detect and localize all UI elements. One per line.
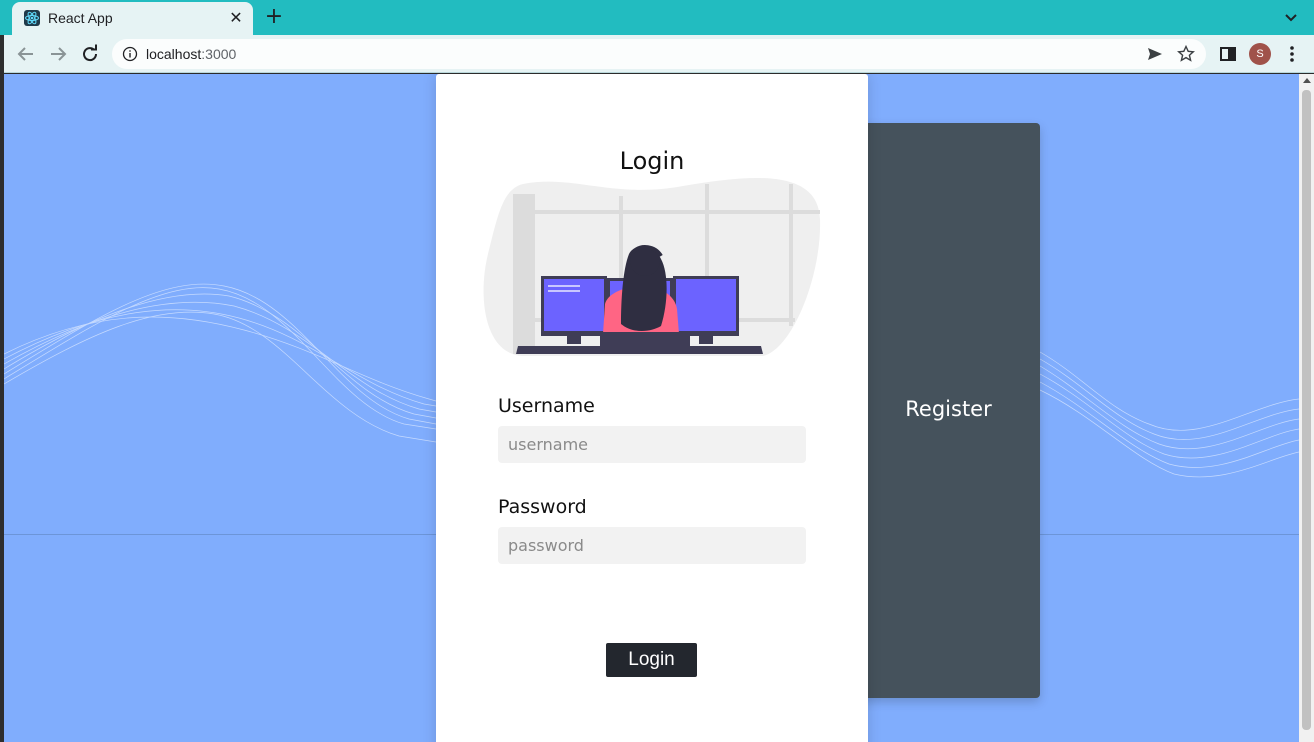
info-icon[interactable] <box>122 46 138 62</box>
page-viewport: Register Login Username username Passwor… <box>4 74 1299 742</box>
tab-title: React App <box>48 10 113 26</box>
browser-toolbar: localhost:3000 S <box>0 35 1314 73</box>
login-button[interactable]: Login <box>606 643 697 677</box>
react-logo-icon <box>24 10 40 26</box>
new-tab-button[interactable]: + <box>262 6 286 30</box>
browser-tab[interactable]: React App ✕ <box>12 2 253 35</box>
page-scrollbar[interactable] <box>1299 74 1314 742</box>
side-panel-icon[interactable] <box>1218 44 1238 64</box>
register-text[interactable]: Register <box>872 397 1025 421</box>
username-label: Username <box>498 395 595 417</box>
username-input[interactable] <box>498 426 806 463</box>
tab-bar: React App ✕ + <box>0 0 1314 35</box>
url-port: :3000 <box>201 46 237 62</box>
password-label: Password <box>498 496 587 518</box>
url-text: localhost:3000 <box>146 46 236 62</box>
reload-icon[interactable] <box>78 42 102 66</box>
url-host: localhost <box>146 46 202 62</box>
arrow-right-icon[interactable] <box>46 42 70 66</box>
illustration-image <box>483 177 821 356</box>
login-title: Login <box>619 147 685 175</box>
kebab-menu-icon[interactable] <box>1282 43 1302 65</box>
login-card: Login Username username Password Login <box>436 74 868 742</box>
password-input[interactable] <box>498 527 806 564</box>
register-label[interactable]: Register <box>850 397 1025 421</box>
avatar[interactable]: S <box>1249 43 1271 65</box>
arrow-left-icon[interactable] <box>14 42 38 66</box>
star-icon[interactable] <box>1176 44 1196 64</box>
chevron-down-icon[interactable] <box>1280 6 1302 28</box>
scroll-up-arrow-icon[interactable] <box>1303 78 1311 83</box>
address-bar[interactable]: localhost:3000 <box>112 39 1206 69</box>
tab-close-icon[interactable]: ✕ <box>226 8 246 28</box>
scrollbar-thumb[interactable] <box>1302 90 1311 730</box>
register-panel[interactable]: Register <box>850 123 1040 698</box>
send-icon[interactable] <box>1146 45 1164 63</box>
